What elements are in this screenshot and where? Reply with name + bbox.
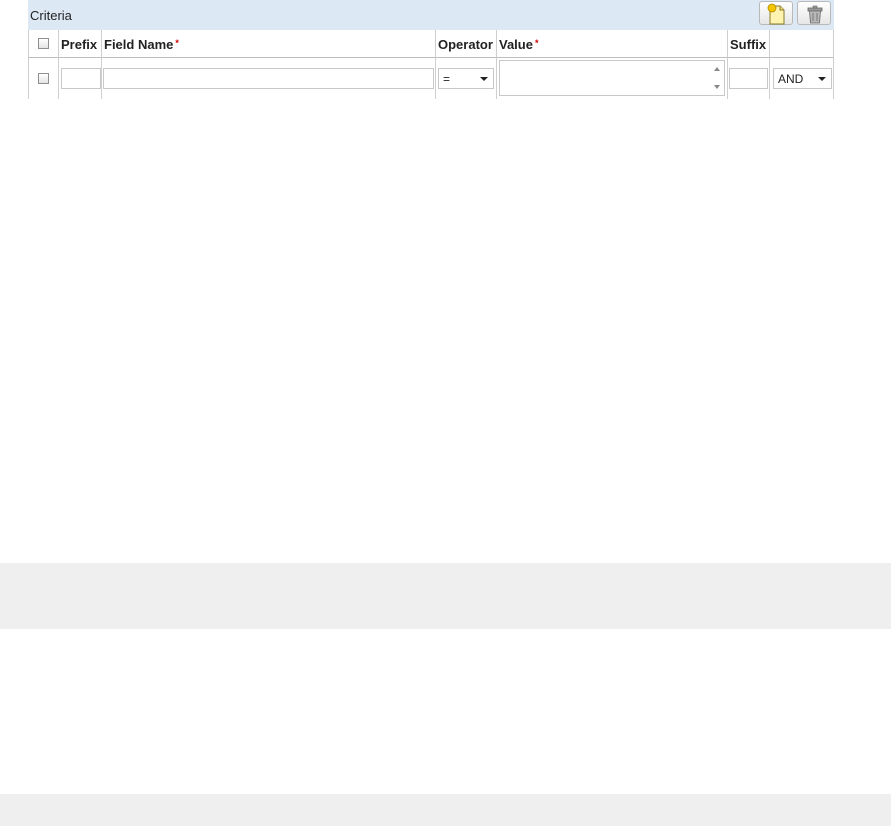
delete-criteria-button[interactable] bbox=[797, 1, 831, 25]
field-name-cell bbox=[102, 58, 436, 99]
conjunction-select[interactable]: AND bbox=[773, 68, 832, 89]
column-header-field-name: Field Name * bbox=[102, 30, 436, 58]
column-header-field-name-label: Field Name bbox=[104, 37, 174, 52]
column-header-value: Value * bbox=[497, 30, 728, 58]
column-header-prefix: Prefix bbox=[59, 30, 102, 58]
trash-can-icon bbox=[807, 5, 823, 24]
row-select-cell bbox=[28, 58, 59, 99]
field-name-input[interactable] bbox=[103, 68, 434, 89]
operator-cell: = bbox=[436, 58, 497, 99]
chevron-down-icon bbox=[480, 77, 488, 81]
required-marker: * bbox=[534, 38, 539, 48]
value-textarea[interactable] bbox=[499, 60, 725, 96]
operator-select-value: = bbox=[443, 72, 451, 86]
select-all-checkbox[interactable] bbox=[38, 38, 49, 49]
bottom-band bbox=[0, 794, 891, 826]
value-cell bbox=[497, 58, 728, 99]
column-header-operator: Operator bbox=[436, 30, 497, 58]
footer-band bbox=[0, 563, 891, 629]
chevron-down-icon bbox=[818, 77, 826, 81]
criteria-header: Criteria bbox=[28, 0, 834, 30]
operator-select[interactable]: = bbox=[438, 68, 494, 89]
add-criteria-button[interactable] bbox=[759, 1, 793, 25]
column-header-suffix: Suffix bbox=[728, 30, 770, 58]
prefix-input[interactable] bbox=[61, 68, 101, 89]
prefix-cell bbox=[59, 58, 102, 99]
suffix-cell bbox=[728, 58, 770, 99]
select-all-cell bbox=[28, 30, 59, 58]
column-header-conjunction bbox=[770, 30, 834, 58]
conjunction-cell: AND bbox=[770, 58, 834, 99]
scroll-down-icon[interactable] bbox=[714, 85, 720, 89]
required-marker: * bbox=[175, 38, 179, 48]
scroll-up-icon[interactable] bbox=[714, 67, 720, 71]
column-header-value-label: Value bbox=[499, 37, 533, 52]
row-checkbox[interactable] bbox=[38, 73, 49, 84]
criteria-title: Criteria bbox=[30, 8, 72, 23]
conjunction-select-value: AND bbox=[778, 72, 804, 86]
suffix-input[interactable] bbox=[729, 68, 768, 89]
criteria-grid: Prefix Field Name * Operator Value * Suffi… bbox=[28, 30, 834, 99]
add-document-icon bbox=[767, 3, 785, 25]
